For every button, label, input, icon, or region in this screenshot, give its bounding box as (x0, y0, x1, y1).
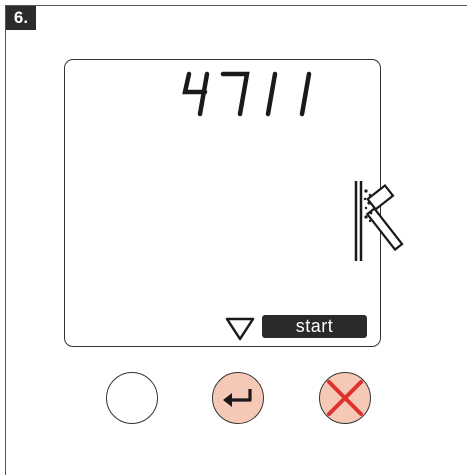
value-text: 4711 (177, 70, 180, 71)
step-number-badge: 6. (6, 6, 36, 30)
cancel-x-icon (327, 380, 363, 416)
triangle-down-icon (225, 317, 255, 341)
start-softkey[interactable]: start (262, 315, 367, 338)
lcd-display: 4711 start (64, 59, 404, 347)
enter-arrow-icon (223, 389, 252, 407)
enter-button[interactable] (212, 372, 264, 424)
blank-button[interactable] (106, 372, 158, 424)
chiselling-hammer-icon (354, 181, 404, 261)
cancel-button[interactable] (319, 372, 371, 424)
value-readout: 4711 (177, 70, 312, 117)
